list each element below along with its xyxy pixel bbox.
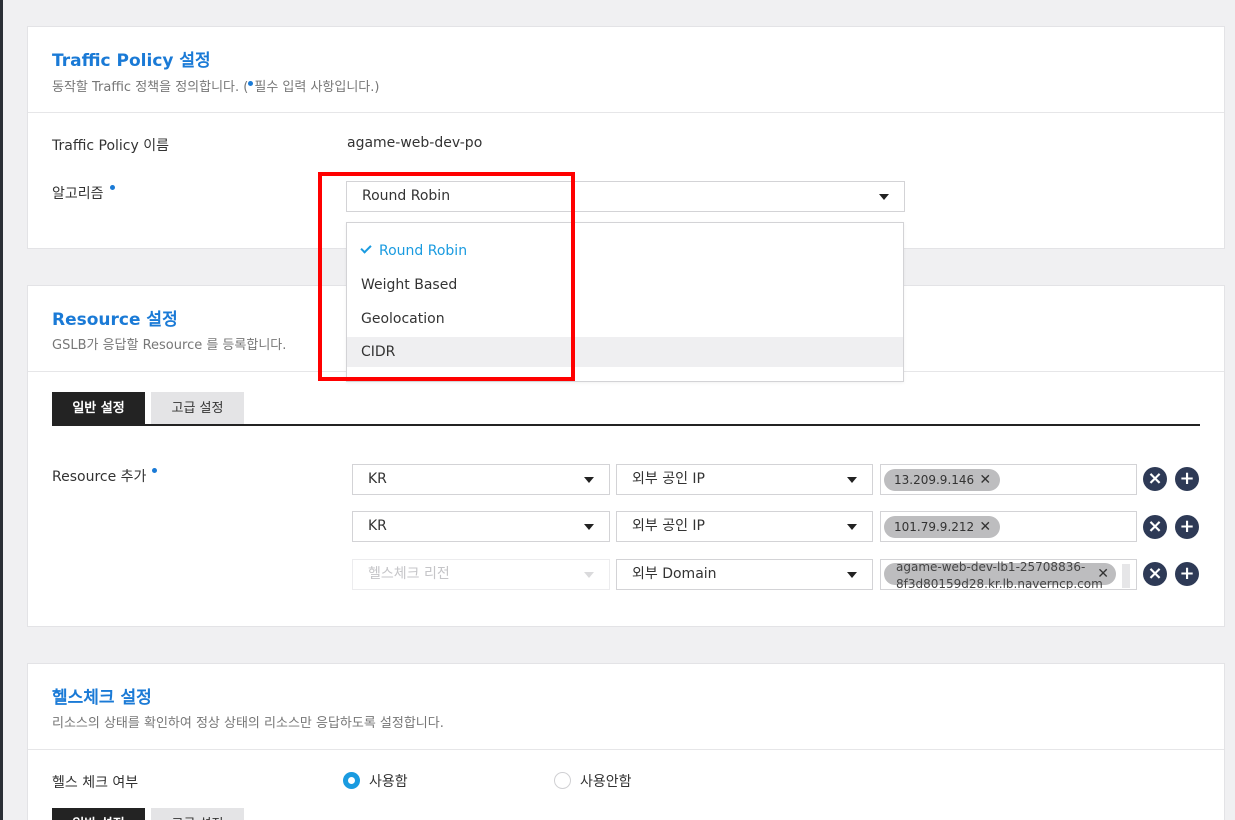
- traffic-policy-desc: 동작할 Traffic 정책을 정의합니다. ( 필수 입력 사항입니다.): [52, 76, 379, 95]
- policy-name-label: Traffic Policy 이름: [52, 138, 169, 154]
- required-dot-icon: [248, 81, 254, 86]
- resource-tag-input[interactable]: 101.79.9.212 ✕: [880, 511, 1137, 542]
- healthcheck-title: 헬스체크 설정: [52, 688, 152, 708]
- resource-desc: GSLB가 응답할 Resource 를 등록합니다.: [52, 338, 287, 353]
- add-row-button[interactable]: +: [1175, 562, 1199, 586]
- resource-tag: 101.79.9.212 ✕: [884, 516, 1001, 538]
- left-edge-bar: [0, 0, 3, 820]
- caret-down-icon: [584, 477, 594, 483]
- remove-row-button[interactable]: ×: [1143, 562, 1167, 586]
- resource-add-label: Resource 추가: [52, 466, 158, 486]
- healthcheck-divider: [28, 749, 1224, 750]
- tag-remove-icon[interactable]: ✕: [979, 469, 991, 491]
- tab-general-settings[interactable]: 일반 설정: [52, 808, 145, 820]
- remove-row-button[interactable]: ×: [1143, 515, 1167, 539]
- red-highlight-box: [318, 172, 575, 381]
- policy-name-value: agame-web-dev-po: [347, 135, 483, 151]
- resource-tag-text: 101.79.9.212: [894, 520, 975, 534]
- traffic-policy-desc-start: 동작할 Traffic 정책을 정의합니다. (: [52, 80, 249, 95]
- healthcheck-off-radio[interactable]: [554, 772, 571, 789]
- add-row-button[interactable]: +: [1175, 467, 1199, 491]
- region-select-value: KR: [368, 518, 387, 534]
- tab-advanced-settings[interactable]: 고급 설정: [151, 808, 244, 820]
- resource-tag: 13.209.9.146 ✕: [884, 469, 1001, 491]
- caret-down-icon: [879, 194, 889, 200]
- tab-general-settings[interactable]: 일반 설정: [52, 392, 145, 425]
- caret-down-icon: [847, 477, 857, 483]
- caret-down-icon: [847, 524, 857, 530]
- tag-scrollbar[interactable]: [1122, 564, 1130, 588]
- healthcheck-on-radio[interactable]: [343, 772, 360, 789]
- resource-tag-text: agame-web-dev-lb1-25708836-8f3d80159d28.…: [896, 560, 1103, 590]
- resource-add-label-text: Resource 추가: [52, 469, 147, 485]
- algorithm-label: 알고리즘: [52, 183, 115, 203]
- resource-type-value: 외부 Domain: [632, 566, 717, 582]
- healthcheck-region-select[interactable]: 헬스체크 리전: [352, 559, 610, 590]
- required-dot-icon: [152, 468, 158, 473]
- healthcheck-enable-label: 헬스 체크 여부: [52, 775, 139, 791]
- resource-type-value: 외부 공인 IP: [632, 471, 705, 487]
- healthcheck-desc: 리소스의 상태를 확인하여 정상 상태의 리소스만 응답하도록 설정합니다.: [52, 716, 444, 731]
- traffic-policy-title: Traffic Policy 설정: [52, 51, 211, 71]
- resource-tag: agame-web-dev-lb1-25708836-8f3d80159d28.…: [884, 560, 1116, 589]
- add-row-button[interactable]: +: [1175, 515, 1199, 539]
- algorithm-label-text: 알고리즘: [52, 186, 104, 202]
- caret-down-icon: [584, 572, 594, 578]
- resource-title: Resource 설정: [52, 310, 178, 330]
- resource-tag-input[interactable]: agame-web-dev-lb1-25708836-8f3d80159d28.…: [880, 559, 1137, 590]
- healthcheck-card: 헬스체크 설정 리소스의 상태를 확인하여 정상 상태의 리소스만 응답하도록 …: [27, 663, 1225, 820]
- resource-type-select[interactable]: 외부 공인 IP: [616, 511, 873, 542]
- required-dot-icon: [109, 185, 115, 190]
- traffic-policy-desc-end: 필수 입력 사항입니다.): [254, 80, 380, 95]
- region-select-value: 헬스체크 리전: [368, 566, 450, 582]
- region-select[interactable]: KR: [352, 464, 610, 495]
- healthcheck-off-label[interactable]: 사용안함: [580, 771, 632, 791]
- resource-tag-input[interactable]: 13.209.9.146 ✕: [880, 464, 1137, 495]
- tag-remove-icon[interactable]: ✕: [1097, 563, 1109, 585]
- traffic-policy-card: Traffic Policy 설정 동작할 Traffic 정책을 정의합니다.…: [27, 26, 1225, 249]
- healthcheck-on-label[interactable]: 사용함: [369, 771, 408, 791]
- caret-down-icon: [847, 572, 857, 578]
- resource-tag-text: 13.209.9.146: [894, 473, 975, 487]
- traffic-policy-divider: [28, 112, 1224, 113]
- tab-advanced-settings[interactable]: 고급 설정: [151, 392, 244, 425]
- region-select[interactable]: KR: [352, 511, 610, 542]
- tab-underline: [52, 424, 1200, 426]
- resource-type-select[interactable]: 외부 공인 IP: [616, 464, 873, 495]
- caret-down-icon: [584, 524, 594, 530]
- resource-type-value: 외부 공인 IP: [632, 518, 705, 534]
- tag-remove-icon[interactable]: ✕: [979, 516, 991, 538]
- region-select-value: KR: [368, 471, 387, 487]
- resource-type-select[interactable]: 외부 Domain: [616, 559, 873, 590]
- remove-row-button[interactable]: ×: [1143, 467, 1167, 491]
